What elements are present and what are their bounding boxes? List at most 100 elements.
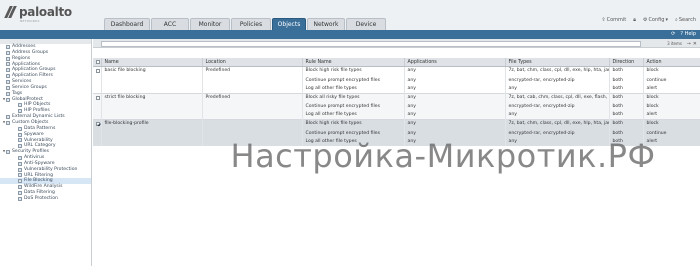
object-type-icon bbox=[6, 68, 10, 73]
table-row[interactable]: Continue prompt encrypted files any encryp… bbox=[93, 103, 700, 112]
commit-label: Commit bbox=[606, 17, 627, 23]
row-select-cell[interactable] bbox=[93, 65, 102, 77]
object-type-icon bbox=[6, 74, 10, 79]
config-button[interactable]: ⚙ Config ▾ bbox=[643, 17, 668, 23]
config-icon: ⚙ bbox=[642, 17, 648, 23]
cell-types: 7z, bat, chm, class, cpl, dll, exe, hlp,… bbox=[505, 65, 610, 77]
tab-monitor[interactable]: Monitor bbox=[190, 18, 230, 30]
sidebar-item-label: DoS Protection bbox=[24, 195, 58, 201]
refresh-icon[interactable]: ⟳ bbox=[671, 31, 675, 37]
cell-location: Predefined bbox=[202, 65, 303, 77]
table-row[interactable]: file-blocking-profile Block high risk fil… bbox=[93, 119, 700, 130]
row-select-cell[interactable] bbox=[93, 84, 102, 94]
object-type-icon bbox=[18, 191, 22, 196]
table-row[interactable]: basic file blocking Predefined Block high … bbox=[93, 65, 700, 77]
cell-name bbox=[101, 129, 203, 138]
tab-device[interactable]: Device bbox=[346, 18, 386, 30]
cell-dir: both bbox=[609, 65, 644, 77]
lock-icon: 🔒︎ bbox=[633, 17, 636, 23]
object-type-icon bbox=[18, 179, 22, 184]
table-header-row: Name Location Rule Name Applications File Ty… bbox=[93, 58, 700, 67]
table-row[interactable]: Log all other file types any any both alert bbox=[93, 84, 700, 94]
select-all-column[interactable] bbox=[93, 58, 102, 67]
column-header-applications[interactable]: Applications bbox=[404, 58, 506, 67]
cell-action: block bbox=[643, 92, 700, 104]
cell-apps: any bbox=[404, 92, 506, 104]
commit-icon: ⇪ bbox=[601, 17, 606, 23]
cell-name bbox=[101, 76, 203, 85]
column-header-name[interactable]: Name bbox=[101, 58, 203, 67]
cell-types: encrypted-rar, encrypted-zip bbox=[505, 76, 610, 85]
object-type-icon bbox=[18, 155, 22, 160]
header-actions: ⇪ Commit 🔒︎ ⚙ Config ▾ ⌕ Search bbox=[601, 17, 696, 23]
row-select-cell[interactable] bbox=[93, 76, 102, 85]
object-type-icon bbox=[6, 120, 10, 125]
tab-policies[interactable]: Policies bbox=[231, 18, 271, 30]
table-row[interactable]: Log all other file types any any both alert bbox=[93, 137, 700, 146]
cell-name[interactable]: basic file blocking bbox=[101, 65, 203, 77]
commit-button[interactable]: ⇪ Commit bbox=[601, 17, 626, 23]
lock-button[interactable]: 🔒︎ bbox=[633, 17, 636, 23]
table-row[interactable]: strict file blocking Predefined Block all … bbox=[93, 92, 700, 104]
column-header-file-types[interactable]: File Types bbox=[505, 58, 610, 67]
cell-apps: any bbox=[404, 103, 506, 112]
column-header-action[interactable]: Action bbox=[643, 58, 700, 67]
cell-location: Predefined bbox=[202, 92, 303, 104]
row-select-cell[interactable] bbox=[93, 137, 102, 146]
cell-rule: Log all other file types bbox=[302, 137, 405, 146]
item-count: 3 items bbox=[667, 41, 682, 46]
cell-name bbox=[101, 137, 203, 146]
cell-apps: any bbox=[404, 129, 506, 138]
select-all-checkbox[interactable] bbox=[96, 60, 100, 64]
cell-location bbox=[202, 111, 303, 120]
row-checkbox[interactable] bbox=[96, 95, 100, 100]
table-row[interactable]: Log all other file types any any both alert bbox=[93, 111, 700, 120]
column-header-rule-name[interactable]: Rule Name bbox=[302, 58, 405, 67]
header-band: ⟳ ? Help bbox=[0, 30, 700, 39]
search-button[interactable]: ⌕ Search bbox=[675, 17, 696, 23]
object-type-icon bbox=[6, 97, 10, 102]
cell-apps: any bbox=[404, 76, 506, 85]
cell-name[interactable]: strict file blocking bbox=[101, 92, 203, 104]
table-row[interactable]: Continue prompt encrypted files any encryp… bbox=[93, 76, 700, 85]
row-select-cell[interactable] bbox=[93, 103, 102, 112]
cell-types: encrypted-rar, encrypted-zip bbox=[505, 129, 610, 138]
row-select-cell[interactable] bbox=[93, 129, 102, 138]
cell-location bbox=[202, 119, 303, 130]
cell-action: block bbox=[643, 119, 700, 130]
cell-apps: any bbox=[404, 137, 506, 146]
cell-location bbox=[202, 76, 303, 85]
table-row[interactable]: Continue prompt encrypted files any encryp… bbox=[93, 129, 700, 138]
filter-input[interactable] bbox=[101, 41, 641, 47]
cell-location bbox=[202, 129, 303, 138]
cell-dir: both bbox=[609, 129, 644, 138]
object-type-icon bbox=[18, 161, 22, 166]
cell-name bbox=[101, 111, 203, 120]
tab-objects[interactable]: Objects bbox=[272, 18, 306, 30]
object-type-icon bbox=[18, 132, 22, 137]
filter-bar: 3 items → ✕ bbox=[93, 39, 700, 48]
object-type-icon bbox=[18, 126, 22, 131]
row-checkbox[interactable] bbox=[96, 69, 100, 73]
tab-dashboard[interactable]: Dashboard bbox=[104, 18, 150, 30]
cell-name[interactable]: file-blocking-profile bbox=[101, 119, 203, 130]
row-select-cell[interactable] bbox=[93, 119, 102, 130]
column-header-location[interactable]: Location bbox=[202, 58, 303, 67]
help-button[interactable]: ? Help bbox=[680, 31, 696, 37]
row-select-cell[interactable] bbox=[93, 111, 102, 120]
clear-filter-icon[interactable]: ✕ bbox=[693, 41, 697, 47]
help-label: Help bbox=[684, 31, 696, 37]
object-type-icon bbox=[6, 50, 10, 55]
row-select-cell[interactable] bbox=[93, 92, 102, 104]
apply-filter-icon[interactable]: → bbox=[687, 41, 691, 47]
row-checkbox[interactable] bbox=[96, 122, 100, 127]
tab-acc[interactable]: ACC bbox=[151, 18, 189, 30]
search-icon: ⌕ bbox=[675, 17, 678, 23]
tab-network[interactable]: Network bbox=[307, 18, 345, 30]
cell-apps: any bbox=[404, 84, 506, 94]
column-header-direction[interactable]: Direction bbox=[609, 58, 644, 67]
brand-tagline: NETWORKS bbox=[20, 19, 40, 23]
cell-dir: both bbox=[609, 76, 644, 85]
help-icon: ? bbox=[680, 31, 683, 37]
sidebar-item-dos-protection[interactable]: DoS Protection bbox=[0, 196, 91, 202]
